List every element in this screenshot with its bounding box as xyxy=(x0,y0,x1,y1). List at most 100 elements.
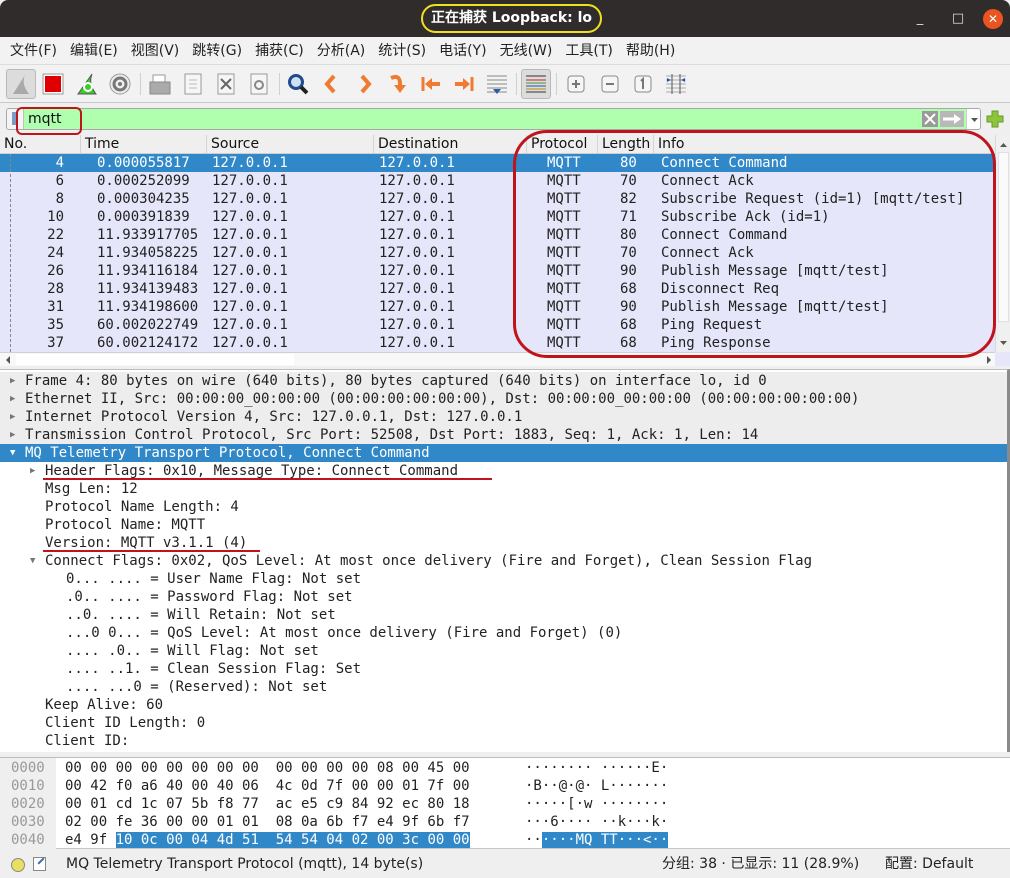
reload-file-button[interactable] xyxy=(244,69,274,99)
menu-item[interactable]: 无线(W) xyxy=(500,37,553,64)
detail-tree-item[interactable]: ..0. .... = Will Retain: Not set xyxy=(0,606,1007,624)
detail-tree-text: Ethernet II, Src: 00:00:00_00:00:00 (00:… xyxy=(25,391,860,407)
apply-filter-button[interactable] xyxy=(940,111,964,127)
cell-time: 60.002124172 xyxy=(97,335,199,351)
packet-list-vertical-scrollbar[interactable] xyxy=(995,135,1010,352)
maximize-button[interactable]: □ xyxy=(948,9,968,29)
column-header-source[interactable]: Source xyxy=(207,135,374,154)
packet-details-tree: ▶ Frame 4: 80 bytes on wire (640 bits), 8… xyxy=(0,369,1010,752)
close-button[interactable]: ✕ xyxy=(983,9,1003,29)
restart-capture-button[interactable] xyxy=(72,69,102,99)
detail-tree-text: ...0 0... = QoS Level: At most once deli… xyxy=(66,625,623,641)
menu-item[interactable]: 统计(S) xyxy=(378,37,426,64)
stop-capture-icon xyxy=(42,73,64,95)
hex-dump-line[interactable]: 0020 00 01 cd 1c 07 5b f8 77 ac e5 c9 84 … xyxy=(0,795,1010,813)
go-to-packet-icon xyxy=(390,74,406,93)
save-file-button[interactable] xyxy=(178,69,208,99)
menu-item[interactable]: 跳转(G) xyxy=(192,37,242,64)
cell-destination: 127.0.0.1 xyxy=(379,335,455,351)
autoscroll-button[interactable] xyxy=(482,69,512,99)
detail-tree-item[interactable]: ▶ Frame 4: 80 bytes on wire (640 bits), 8… xyxy=(0,372,1007,390)
filter-history-dropdown[interactable] xyxy=(966,109,980,129)
detail-tree-item[interactable]: ▶ Ethernet II, Src: 00:00:00_00:00:00 (00… xyxy=(0,390,1007,408)
go-to-packet-button[interactable] xyxy=(383,69,413,99)
colorize-button[interactable] xyxy=(521,69,551,99)
menu-item[interactable]: 文件(F) xyxy=(10,37,57,64)
menu-item[interactable]: 分析(A) xyxy=(317,37,366,64)
zoom-out-button[interactable] xyxy=(595,69,625,99)
hex-dump-line[interactable]: 0010 00 42 f0 a6 40 00 40 06 4c 0d 7f 00 … xyxy=(0,777,1010,795)
detail-tree-item[interactable]: .... .0.. = Will Flag: Not set xyxy=(0,642,1007,660)
open-file-button[interactable] xyxy=(145,69,175,99)
hex-dump-line[interactable]: 0040 e4 9f 10 0c 00 04 4d 51 54 54 04 02 … xyxy=(0,831,1010,849)
detail-tree-item[interactable]: ▶ Transmission Control Protocol, Src Port… xyxy=(0,426,1007,444)
hex-dump-line[interactable]: 0000 00 00 00 00 00 00 00 00 00 00 00 00 … xyxy=(0,759,1010,777)
menu-item[interactable]: 编辑(E) xyxy=(70,37,118,64)
detail-tree-item[interactable]: ...0 0... = QoS Level: At most once deli… xyxy=(0,624,1007,642)
column-header-destination[interactable]: Destination xyxy=(374,135,527,154)
first-packet-button[interactable] xyxy=(416,69,446,99)
detail-tree-item[interactable]: ▶ Internet Protocol Version 4, Src: 127.0… xyxy=(0,408,1007,426)
expert-info-icon[interactable] xyxy=(11,858,25,872)
menu-item[interactable]: 视图(V) xyxy=(131,37,180,64)
detail-tree-item[interactable]: Protocol Name: MQTT xyxy=(0,516,1007,534)
stop-capture-button[interactable] xyxy=(38,69,68,99)
go-back-button[interactable] xyxy=(316,69,346,99)
menu-item[interactable]: 捕获(C) xyxy=(255,37,304,64)
scrollbar-thumb[interactable] xyxy=(16,354,294,365)
expand-arrow-icon[interactable]: ▶ xyxy=(10,408,15,426)
column-header-time[interactable]: Time xyxy=(81,135,207,154)
cell-source: 127.0.0.1 xyxy=(212,209,288,225)
normal-size-button[interactable] xyxy=(628,69,658,99)
detail-tree-item[interactable]: Protocol Name Length: 4 xyxy=(0,498,1007,516)
detail-tree-item[interactable]: Msg Len: 12 xyxy=(0,480,1007,498)
detail-tree-item[interactable]: .... ...0 = (Reserved): Not set xyxy=(0,678,1007,696)
detail-tree-item[interactable]: ▼ MQ Telemetry Transport Protocol, Connec… xyxy=(0,444,1007,462)
status-profile[interactable]: 配置: Default xyxy=(885,851,973,878)
scroll-left-icon xyxy=(6,356,10,364)
detail-tree-item[interactable]: .0.. .... = Password Flag: Not set xyxy=(0,588,1007,606)
detail-tree-item[interactable]: Client ID Length: 0 xyxy=(0,714,1007,732)
scrollbar-thumb[interactable] xyxy=(998,152,1009,322)
expand-arrow-icon[interactable]: ▶ xyxy=(10,372,15,390)
detail-tree-text: Connect Flags: 0x02, QoS Level: At most … xyxy=(45,553,813,569)
resize-columns-button[interactable] xyxy=(661,69,691,99)
detail-tree-item[interactable]: ▼ Connect Flags: 0x02, QoS Level: At most… xyxy=(0,552,1007,570)
find-packet-icon xyxy=(288,74,309,95)
detail-tree-text: Client ID: xyxy=(45,733,130,749)
minimize-button[interactable]: _ xyxy=(910,9,930,29)
expand-arrow-icon[interactable]: ▶ xyxy=(30,462,35,480)
menu-item[interactable]: 电话(Y) xyxy=(439,37,486,64)
close-file-button[interactable] xyxy=(211,69,241,99)
last-packet-button[interactable] xyxy=(449,69,479,99)
hex-ascii-plain: ·· xyxy=(525,832,542,848)
clear-filter-button[interactable] xyxy=(922,111,938,127)
expand-arrow-icon[interactable]: ▶ xyxy=(10,426,15,444)
toolbar-separator xyxy=(556,73,557,95)
cell-source: 127.0.0.1 xyxy=(212,281,288,297)
detail-tree-item[interactable]: Client ID: xyxy=(0,732,1007,750)
menu-item[interactable]: 帮助(H) xyxy=(626,37,675,64)
capture-options-button[interactable] xyxy=(105,69,135,99)
display-filter-input[interactable]: mqtt xyxy=(6,108,981,130)
cell-time: 11.934139483 xyxy=(97,281,199,297)
start-capture-button[interactable] xyxy=(6,69,36,99)
detail-tree-item[interactable]: Keep Alive: 60 xyxy=(0,696,1007,714)
go-forward-button[interactable] xyxy=(350,69,380,99)
add-filter-button-button[interactable] xyxy=(986,110,1004,128)
capture-comment-icon[interactable] xyxy=(33,857,46,871)
menu-item[interactable]: 工具(T) xyxy=(565,37,612,64)
expand-arrow-icon[interactable]: ▶ xyxy=(10,390,15,408)
packet-list-annotation-highlight xyxy=(513,130,996,358)
zoom-in-button[interactable] xyxy=(561,69,591,99)
toolbar-separator xyxy=(140,73,141,95)
hex-dump-line[interactable]: 0030 02 00 fe 36 00 00 01 01 08 0a 6b f7 … xyxy=(0,813,1010,831)
toolbar-separator xyxy=(516,73,517,95)
cell-time: 60.002022749 xyxy=(97,317,199,333)
collapse-arrow-icon[interactable]: ▼ xyxy=(10,444,15,462)
find-packet-button[interactable] xyxy=(283,69,313,99)
column-header-no[interactable]: No. xyxy=(0,135,81,154)
detail-tree-item[interactable]: .... ..1. = Clean Session Flag: Set xyxy=(0,660,1007,678)
detail-tree-item[interactable]: 0... .... = User Name Flag: Not set xyxy=(0,570,1007,588)
collapse-arrow-icon[interactable]: ▼ xyxy=(30,552,35,570)
